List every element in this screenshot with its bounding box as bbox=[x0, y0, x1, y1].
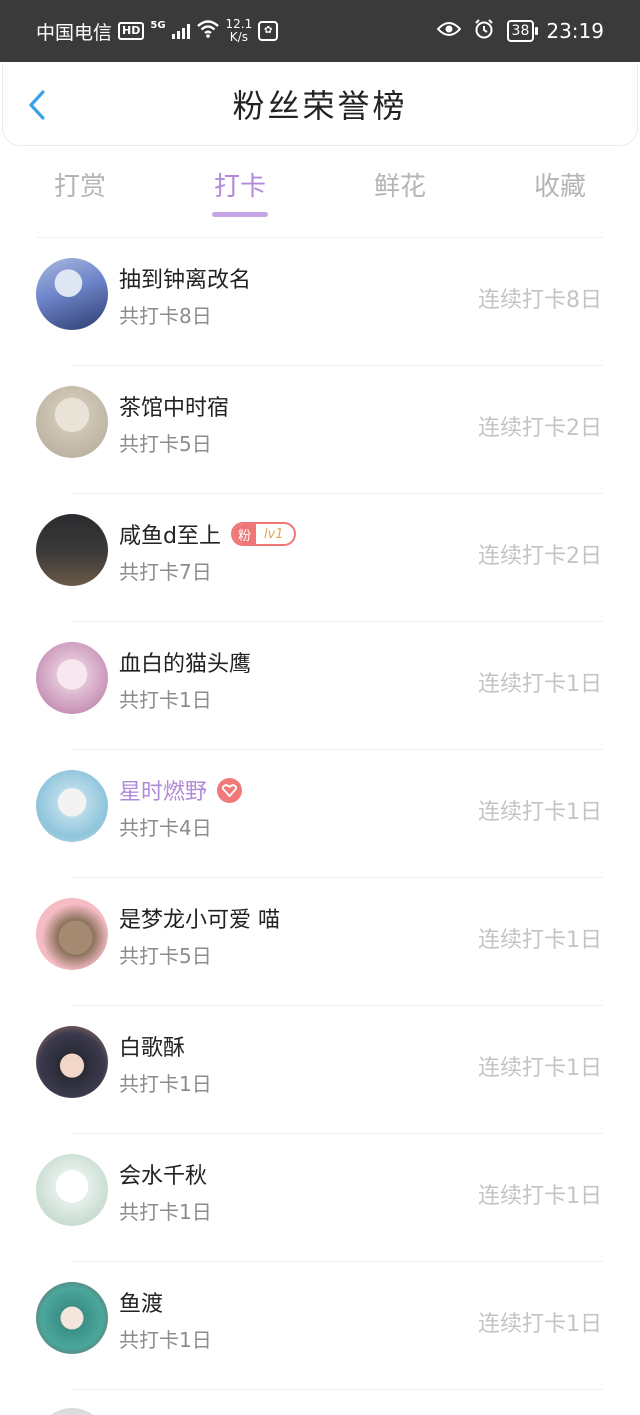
tab-bar: 打赏 打卡 鲜花 收藏 bbox=[0, 158, 640, 220]
avatar[interactable] bbox=[36, 770, 108, 842]
eye-icon bbox=[436, 20, 461, 42]
streak-label: 连续打卡2日 bbox=[478, 416, 602, 441]
page-header: 粉丝荣誉榜 bbox=[2, 62, 638, 146]
total-checkins: 共打卡1日 bbox=[119, 688, 212, 712]
hd-icon: HD bbox=[118, 22, 145, 40]
chevron-left-icon bbox=[29, 90, 45, 120]
tab-reward[interactable]: 打赏 bbox=[0, 158, 160, 220]
fan-level-badge: 粉 lv1 bbox=[230, 522, 296, 546]
streak-label: 连续打卡1日 bbox=[478, 672, 602, 697]
avatar[interactable] bbox=[36, 1154, 108, 1226]
avatar[interactable] bbox=[36, 258, 108, 330]
streak-label: 连续打卡2日 bbox=[478, 544, 602, 569]
fan-list: 抽到钟离改名 共打卡8日 连续打卡8日 茶馆中时宿 共打卡5日 连续打卡2日 咸… bbox=[0, 238, 640, 1390]
total-checkins: 共打卡4日 bbox=[119, 816, 212, 840]
streak-label: 连续打卡1日 bbox=[478, 1056, 602, 1081]
list-item[interactable]: 鱼渡 共打卡1日 连续打卡1日 bbox=[0, 1262, 640, 1390]
streak-label: 连续打卡1日 bbox=[478, 928, 602, 953]
avatar[interactable] bbox=[36, 386, 108, 458]
list-item[interactable]: 星时燃野 共打卡4日 连续打卡1日 bbox=[0, 750, 640, 878]
total-checkins: 共打卡1日 bbox=[119, 1200, 212, 1224]
status-bar: 中国电信 HD 5G 12.1 K/s ✿ 38 23:19 bbox=[0, 0, 640, 62]
list-item[interactable]: 抽到钟离改名 共打卡8日 连续打卡8日 bbox=[0, 238, 640, 366]
signal-icon bbox=[171, 23, 190, 39]
list-item[interactable]: 会水千秋 共打卡1日 连续打卡1日 bbox=[0, 1134, 640, 1262]
avatar[interactable] bbox=[36, 898, 108, 970]
list-item[interactable]: 咸鱼d至上 粉 lv1 共打卡7日 连续打卡2日 bbox=[0, 494, 640, 622]
total-checkins: 共打卡1日 bbox=[119, 1328, 212, 1352]
tab-flowers[interactable]: 鲜花 bbox=[320, 158, 480, 220]
fan-name: 是梦龙小可爱 喵 bbox=[119, 908, 280, 933]
fan-name: 鱼渡 bbox=[119, 1292, 164, 1317]
page-title: 粉丝荣誉榜 bbox=[232, 86, 408, 125]
total-checkins: 共打卡5日 bbox=[119, 432, 212, 456]
list-item[interactable]: 是梦龙小可爱 喵 共打卡5日 连续打卡1日 bbox=[0, 878, 640, 1006]
list-item[interactable]: 茶馆中时宿 共打卡5日 连续打卡2日 bbox=[0, 366, 640, 494]
tab-checkin[interactable]: 打卡 bbox=[160, 158, 320, 220]
fan-name: 茶馆中时宿 bbox=[119, 396, 230, 421]
fan-name: 白歌酥 bbox=[119, 1036, 186, 1061]
network-type-label: 5G bbox=[150, 19, 166, 31]
streak-label: 连续打卡1日 bbox=[478, 1184, 602, 1209]
avatar[interactable] bbox=[36, 514, 108, 586]
vip-heart-icon bbox=[217, 777, 243, 803]
back-button[interactable] bbox=[23, 88, 53, 122]
fan-name: 咸鱼d至上 粉 lv1 bbox=[119, 518, 296, 550]
streak-label: 连续打卡1日 bbox=[478, 1312, 602, 1337]
list-item[interactable]: 白歌酥 共打卡1日 连续打卡1日 bbox=[0, 1006, 640, 1134]
total-checkins: 共打卡5日 bbox=[119, 944, 212, 968]
fan-name: 抽到钟离改名 bbox=[119, 268, 252, 293]
avatar[interactable] bbox=[36, 1282, 108, 1354]
wifi-icon bbox=[196, 19, 220, 44]
avatar[interactable] bbox=[36, 642, 108, 714]
alarm-icon bbox=[473, 18, 495, 45]
battery-indicator: 38 bbox=[506, 20, 539, 42]
paw-icon: ✿ bbox=[258, 21, 279, 41]
avatar[interactable] bbox=[36, 1026, 108, 1098]
total-checkins: 共打卡1日 bbox=[119, 1072, 212, 1096]
fan-name: 会水千秋 bbox=[119, 1164, 208, 1189]
total-checkins: 共打卡7日 bbox=[119, 560, 212, 584]
streak-label: 连续打卡8日 bbox=[478, 288, 602, 313]
clock: 23:19 bbox=[546, 19, 604, 43]
tab-favorites[interactable]: 收藏 bbox=[480, 158, 640, 220]
carrier-label: 中国电信 bbox=[36, 21, 113, 44]
list-item[interactable]: 血白的猫头鹰 共打卡1日 连续打卡1日 bbox=[0, 622, 640, 750]
fan-name: 血白的猫头鹰 bbox=[119, 652, 252, 677]
fan-name: 星时燃野 bbox=[119, 774, 243, 806]
streak-label: 连续打卡1日 bbox=[478, 800, 602, 825]
total-checkins: 共打卡8日 bbox=[119, 304, 212, 328]
network-speed: 12.1 K/s bbox=[225, 17, 253, 44]
avatar[interactable] bbox=[36, 1408, 108, 1415]
